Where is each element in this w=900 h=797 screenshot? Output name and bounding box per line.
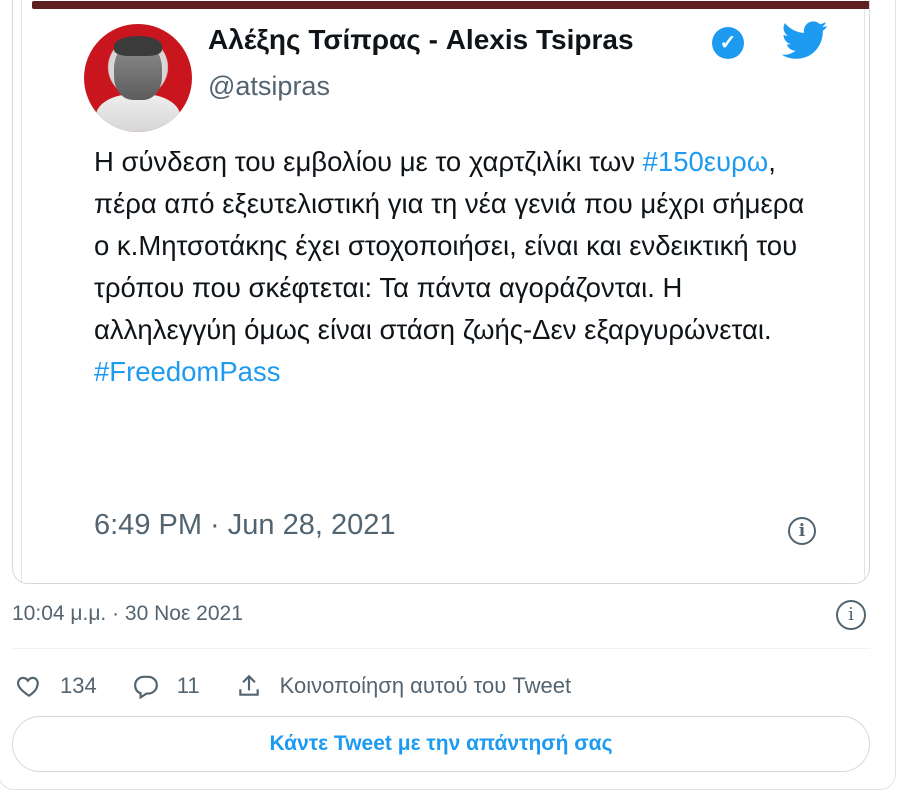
image-top-strip: [32, 1, 869, 9]
embedded-timestamp: 6:49 PM · Jun 28, 2021: [94, 509, 396, 541]
like-count: 134: [60, 673, 97, 698]
share-button[interactable]: Κοινοποίηση αυτού του Tweet: [236, 673, 572, 699]
reply-action-button[interactable]: 11: [133, 673, 200, 699]
info-icon: i: [788, 517, 816, 545]
heart-icon: [16, 676, 39, 698]
twitter-bird-icon: [781, 21, 828, 59]
body-text: Η σύνδεση του εμβολίου με το χαρτζιλίκι …: [94, 146, 643, 177]
embedded-tweet-image[interactable]: Αλέξης Τσίπρας - Alexis Tsipras ✓ @atsip…: [12, 0, 870, 584]
info-icon[interactable]: i: [836, 600, 866, 630]
tweet-screenshot: Αλέξης Τσίπρας - Alexis Tsipras ✓ @atsip…: [21, 0, 869, 583]
tweet-timestamp[interactable]: 10:04 μ.μ. · 30 Νοε 2021: [12, 602, 243, 626]
tweet-body: Η σύνδεση του εμβολίου με το χαρτζιλίκι …: [94, 141, 814, 393]
like-button[interactable]: 134: [16, 673, 97, 699]
hashtag-link[interactable]: #150ευρω: [643, 146, 769, 177]
avatar-hair: [114, 36, 162, 56]
author-name: Αλέξης Τσίπρας - Alexis Tsipras: [208, 24, 634, 55]
share-label: Κοινοποίηση αυτού του Tweet: [279, 673, 572, 698]
divider: [12, 648, 870, 649]
action-bar: 134 11 Κοινοποίηση αυτού του Tweet: [16, 670, 607, 702]
verified-badge-icon: ✓: [712, 27, 744, 59]
reply-count: 11: [176, 673, 200, 698]
reply-button[interactable]: Κάντε Tweet με την απάντησή σας: [12, 716, 870, 772]
avatar: [84, 24, 192, 132]
reply-icon: [133, 675, 158, 699]
hashtag-link[interactable]: #FreedomPass: [94, 356, 280, 387]
share-icon: [238, 674, 259, 696]
author-handle: @atsipras: [208, 71, 330, 101]
